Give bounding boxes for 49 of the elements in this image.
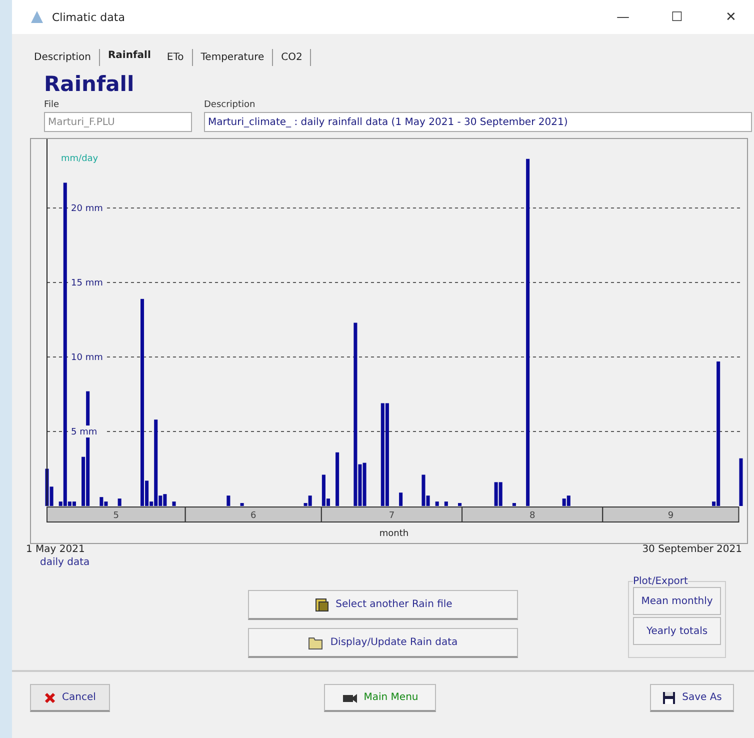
folder-icon <box>308 636 324 650</box>
window-title: Climatic data <box>52 10 126 24</box>
rain-bar <box>739 458 743 506</box>
tab[interactable]: CO2 <box>273 49 312 66</box>
y-axis-label: mm/day <box>61 154 98 164</box>
rain-bar <box>226 496 230 506</box>
plot-button[interactable]: Yearly totals <box>633 617 721 645</box>
rain-bar <box>435 502 439 506</box>
end-date: 30 September 2021 <box>642 544 742 557</box>
save-button[interactable]: Save As <box>650 684 734 712</box>
cancel-button[interactable]: Cancel <box>30 684 110 712</box>
section-heading: Rainfall <box>43 72 136 96</box>
group-title: Plot/Export <box>633 576 688 587</box>
resolution-label: daily data <box>39 557 90 568</box>
rain-bar <box>399 492 403 506</box>
month-label: 9 <box>668 511 674 521</box>
month-label: 7 <box>388 511 395 521</box>
x-axis-label: month <box>379 529 409 539</box>
start-date: 1 May 2021 <box>26 544 86 555</box>
rain-bar <box>512 503 516 506</box>
app-icon <box>30 10 44 24</box>
action-button[interactable]: Display/Update Rain data <box>248 628 518 658</box>
field-label: Description <box>204 100 256 110</box>
field-label: File <box>44 100 60 110</box>
description-field[interactable]: Marturi_climate_ : daily rainfall data (1 May 2021 - 30 September 2021) <box>204 112 752 132</box>
camera-icon <box>342 692 358 704</box>
cross-icon <box>44 692 56 704</box>
tab[interactable]: Temperature <box>192 49 274 66</box>
y-tick-label: 20 mm <box>71 204 103 214</box>
rain-bar <box>444 502 448 506</box>
y-tick-label: 5 mm <box>71 428 98 438</box>
rain-bar <box>172 502 176 506</box>
minimize-button[interactable]: — <box>600 10 646 24</box>
y-tick-label: 10 mm <box>71 353 103 364</box>
plot-button[interactable]: Mean monthly <box>633 587 721 615</box>
month-label: 5 <box>113 511 120 521</box>
action-button[interactable]: Select another Rain file <box>248 590 518 620</box>
rain-bar <box>118 498 122 506</box>
month-label: 6 <box>250 511 256 521</box>
y-tick-label: 15 mm <box>71 278 103 289</box>
document-icon <box>314 596 330 612</box>
close-button[interactable]: ✕ <box>708 10 754 24</box>
tab[interactable]: ETo <box>158 49 193 66</box>
maximize-button[interactable]: ☐ <box>654 10 700 24</box>
menu-button[interactable]: Main Menu <box>324 684 436 712</box>
rain-bar <box>458 503 462 506</box>
rain-bar <box>240 503 244 506</box>
month-label: 8 <box>529 511 536 521</box>
rain-bar <box>336 452 340 506</box>
